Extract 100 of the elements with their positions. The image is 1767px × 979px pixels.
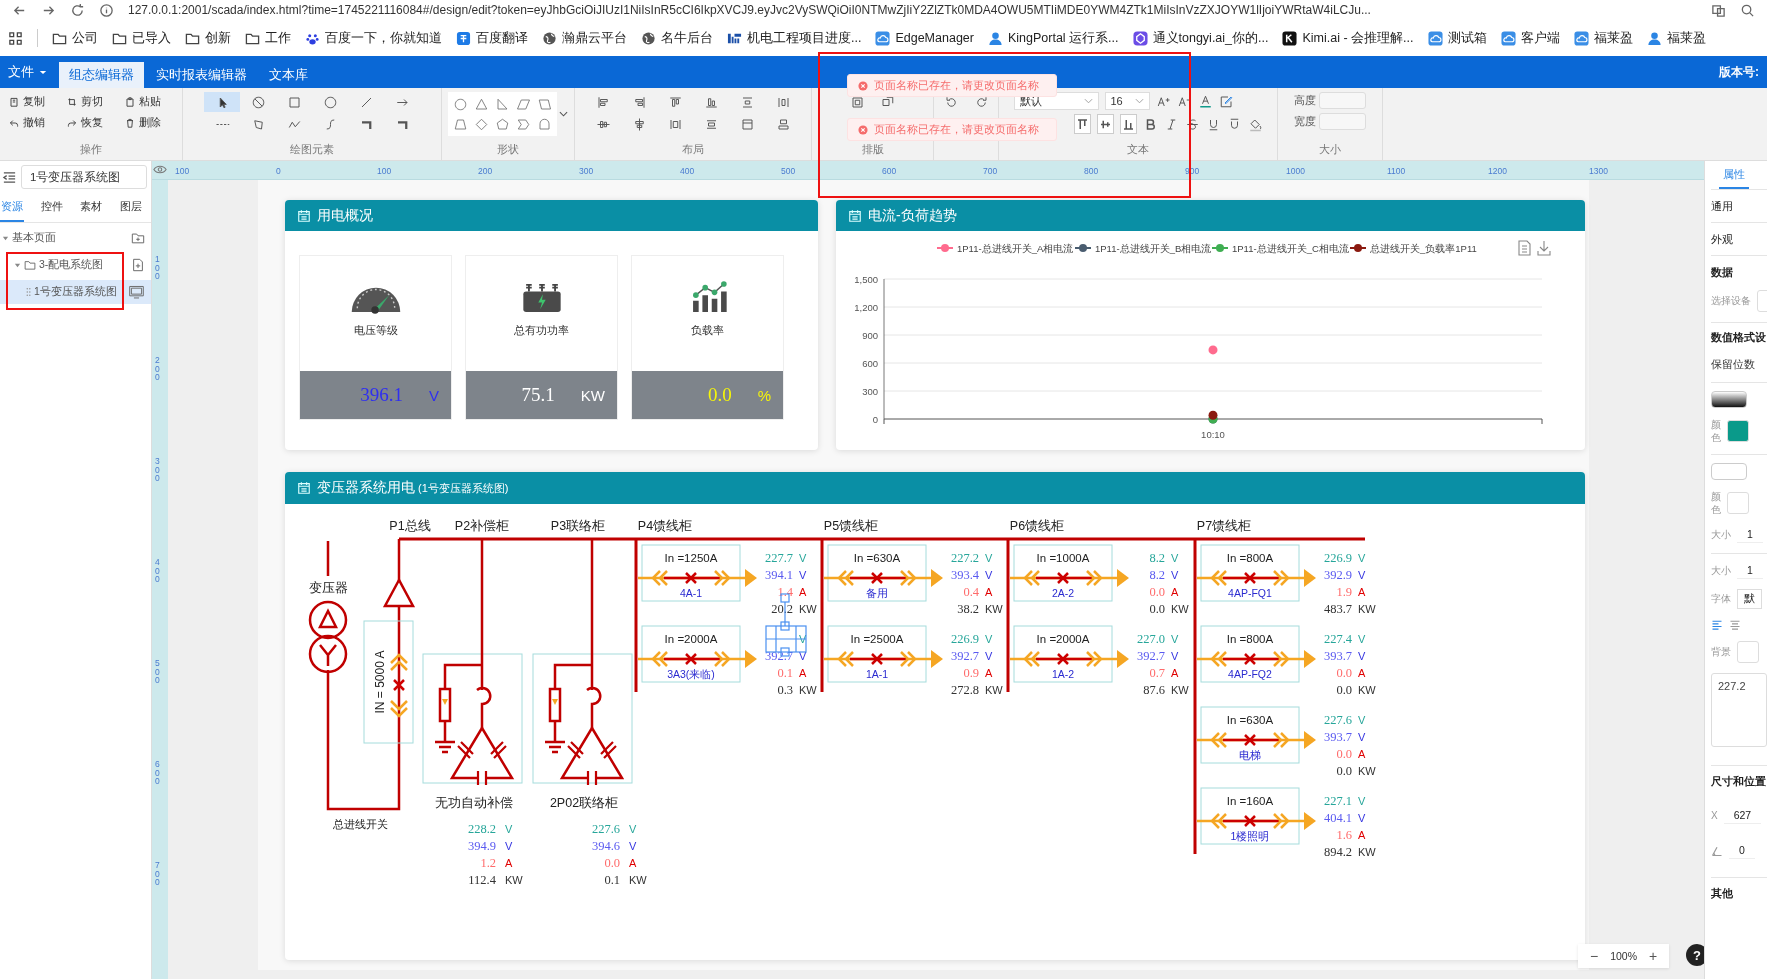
bookmark[interactable]: 客户端	[1500, 29, 1560, 47]
tick-label: 600	[862, 358, 878, 369]
ruler-label: 100	[175, 166, 190, 176]
angle-field[interactable]: 0	[1729, 842, 1755, 859]
reading-value: 394.1	[764, 568, 793, 582]
help-button[interactable]: ?	[1686, 944, 1704, 966]
feeder-rating: In =630A	[1226, 714, 1274, 726]
section-header[interactable]: 外观	[1711, 223, 1767, 256]
group-label: 形状	[497, 143, 519, 157]
toolbar-button[interactable]: 复制	[4, 92, 62, 111]
zoom-in-button[interactable]: +	[1647, 948, 1660, 964]
toolbar-button[interactable]: 撤销	[4, 113, 62, 132]
feeder-rating: In =800A	[1226, 633, 1274, 645]
bookmark[interactable]: 通义tongyi.ai_你的...	[1132, 29, 1269, 47]
reading-unit: A	[1358, 667, 1366, 679]
section-header[interactable]: 通用	[1711, 190, 1767, 223]
feeder-rating: In =2000A	[664, 633, 718, 645]
reading-value: 0.0	[604, 856, 620, 870]
bookmark[interactable]: 公司	[52, 29, 98, 47]
metric-label: 负载率	[691, 324, 724, 338]
bus-label: P3联络柜	[550, 519, 606, 533]
font-field[interactable]: 默	[1737, 589, 1762, 609]
reading-value: 394.9	[467, 839, 496, 853]
section-header[interactable]: 其他	[1711, 877, 1767, 901]
bus-label: P7馈线柜	[1196, 519, 1252, 533]
reading-value: 0.0	[1149, 585, 1165, 599]
bookmark[interactable]: 百度翻译	[456, 29, 528, 47]
feeder-rating: In =2000A	[1036, 633, 1090, 645]
group-label: 操作	[80, 143, 102, 157]
toolbar-button[interactable]: 删除	[120, 113, 178, 132]
bookmark[interactable]: 工作	[245, 29, 291, 47]
legend-item[interactable]: 总进线开关_负载率1P11	[1349, 243, 1477, 254]
bookmark[interactable]: 瀚鼎云平台	[542, 29, 627, 47]
metric-label: 电压等级	[353, 324, 398, 338]
ruler-label: 400	[680, 166, 695, 176]
tick-label: 300	[862, 386, 878, 397]
bookmark[interactable]: 机电工程项目进度...	[727, 29, 862, 47]
reading-unit: V	[1358, 812, 1366, 824]
section-title: 尺寸和位置	[1711, 765, 1767, 789]
bookmark[interactable]: KingPortal 运行系...	[987, 29, 1119, 47]
bookmark[interactable]: 百度一下，你就知道	[305, 29, 442, 47]
panel-tab[interactable]: 图层	[118, 197, 143, 222]
reading-value: 8.2	[1149, 568, 1165, 582]
toast-message: 页面名称已存在，请更改页面名称	[874, 122, 1039, 137]
editor-tab[interactable]: 文本库	[259, 62, 318, 88]
zoom-out-button[interactable]: −	[1588, 948, 1601, 964]
legend-item[interactable]: 1P11-总进线开关_A相电流	[936, 243, 1074, 254]
tree-item[interactable]: 3-配电系统图	[0, 253, 151, 277]
panel-tab[interactable]: 资源	[0, 197, 24, 222]
tree-item[interactable]: 1号变压器系统图	[0, 280, 151, 304]
bus-label: P6馈线柜	[1009, 519, 1065, 533]
font-size-field[interactable]: 1	[1737, 562, 1763, 579]
bookmark[interactable]: EdgeManager	[875, 30, 974, 46]
reading-unit: KW	[629, 874, 647, 886]
tree-item[interactable]: 基本页面	[0, 226, 151, 250]
breaker-rating: IN = 5000 A	[373, 650, 387, 714]
size-field[interactable]: 1	[1737, 526, 1763, 543]
address-field[interactable]: 127.0.0.1:2001/scada/index.html?time=1745221116084#/design/edit?token=eyJhbGciOiJIUzI1NiIsInR5cCI6IkpXVCJ9.eyJvc2VySWQiOiI0NTMwZjIiY2ZlZTk0MDA4OWU5MTIiMDE0YWM4ZTk1MiIsInVzZXJOYW1lIjoiYWRtaW4iLCJu...	[128, 3, 1697, 17]
legend-item[interactable]: 1P11-总进线开关_B相电流	[1074, 243, 1212, 254]
page-name-field[interactable]: 1号变压器系统图	[21, 165, 147, 189]
legend-item[interactable]: 1P11-总进线开关_C相电流	[1211, 243, 1349, 254]
bookmark[interactable]: 已导入	[112, 29, 171, 47]
reading-value: 483.7	[1323, 602, 1352, 616]
reading-unit: V	[1358, 552, 1366, 564]
properties-tab[interactable]: 属性	[1719, 168, 1749, 189]
reading-unit: V	[505, 823, 513, 835]
reading-unit: KW	[1358, 765, 1376, 777]
reading-value: 404.1	[1323, 811, 1352, 825]
editor-tab[interactable]: 实时报表编辑器	[146, 62, 257, 88]
group-label: 大小	[1319, 143, 1341, 157]
reading-value: 228.2	[467, 822, 496, 836]
section-title: 数值格式设	[1711, 322, 1767, 345]
reading-unit: V	[1358, 569, 1366, 581]
bookmark[interactable]: Kimi.ai - 会推理解...	[1282, 29, 1414, 47]
ruler-label: 500	[781, 166, 796, 176]
legend-label: 总进线开关_负载率1P11	[1369, 243, 1477, 254]
ruler-label: 300	[155, 457, 161, 483]
panel-tab[interactable]: 控件	[39, 197, 64, 222]
reading-unit: KW	[1171, 684, 1189, 696]
legend-label: 1P11-总进线开关_B相电流	[1095, 243, 1212, 254]
text-area[interactable]: 227.2	[1711, 673, 1767, 747]
toolbar-button[interactable]: 粘贴	[120, 92, 178, 111]
ruler-label: 300	[579, 166, 594, 176]
reading-unit: A	[1358, 829, 1366, 841]
toolbar-button[interactable]: 恢复	[62, 113, 120, 132]
bookmark[interactable]: 福莱盈	[1646, 29, 1706, 47]
ruler-label: 100	[155, 255, 161, 281]
panel-tab[interactable]: 素材	[79, 197, 104, 222]
ruler-label: 700	[155, 861, 161, 887]
bookmark[interactable]: 福莱盈	[1573, 29, 1633, 47]
file-menu[interactable]: 文件	[0, 56, 59, 88]
font-size-select[interactable]: 16	[1104, 92, 1150, 110]
bookmark[interactable]: 测试箱	[1427, 29, 1487, 47]
reading-unit: V	[1358, 731, 1366, 743]
editor-tab[interactable]: 组态编辑器	[59, 62, 144, 88]
bookmark[interactable]: 创新	[185, 29, 231, 47]
x-field[interactable]: 627	[1723, 807, 1762, 824]
toolbar-button[interactable]: 剪切	[62, 92, 120, 111]
group-label: 布局	[682, 143, 704, 157]
bookmark[interactable]: 名牛后台	[641, 29, 713, 47]
